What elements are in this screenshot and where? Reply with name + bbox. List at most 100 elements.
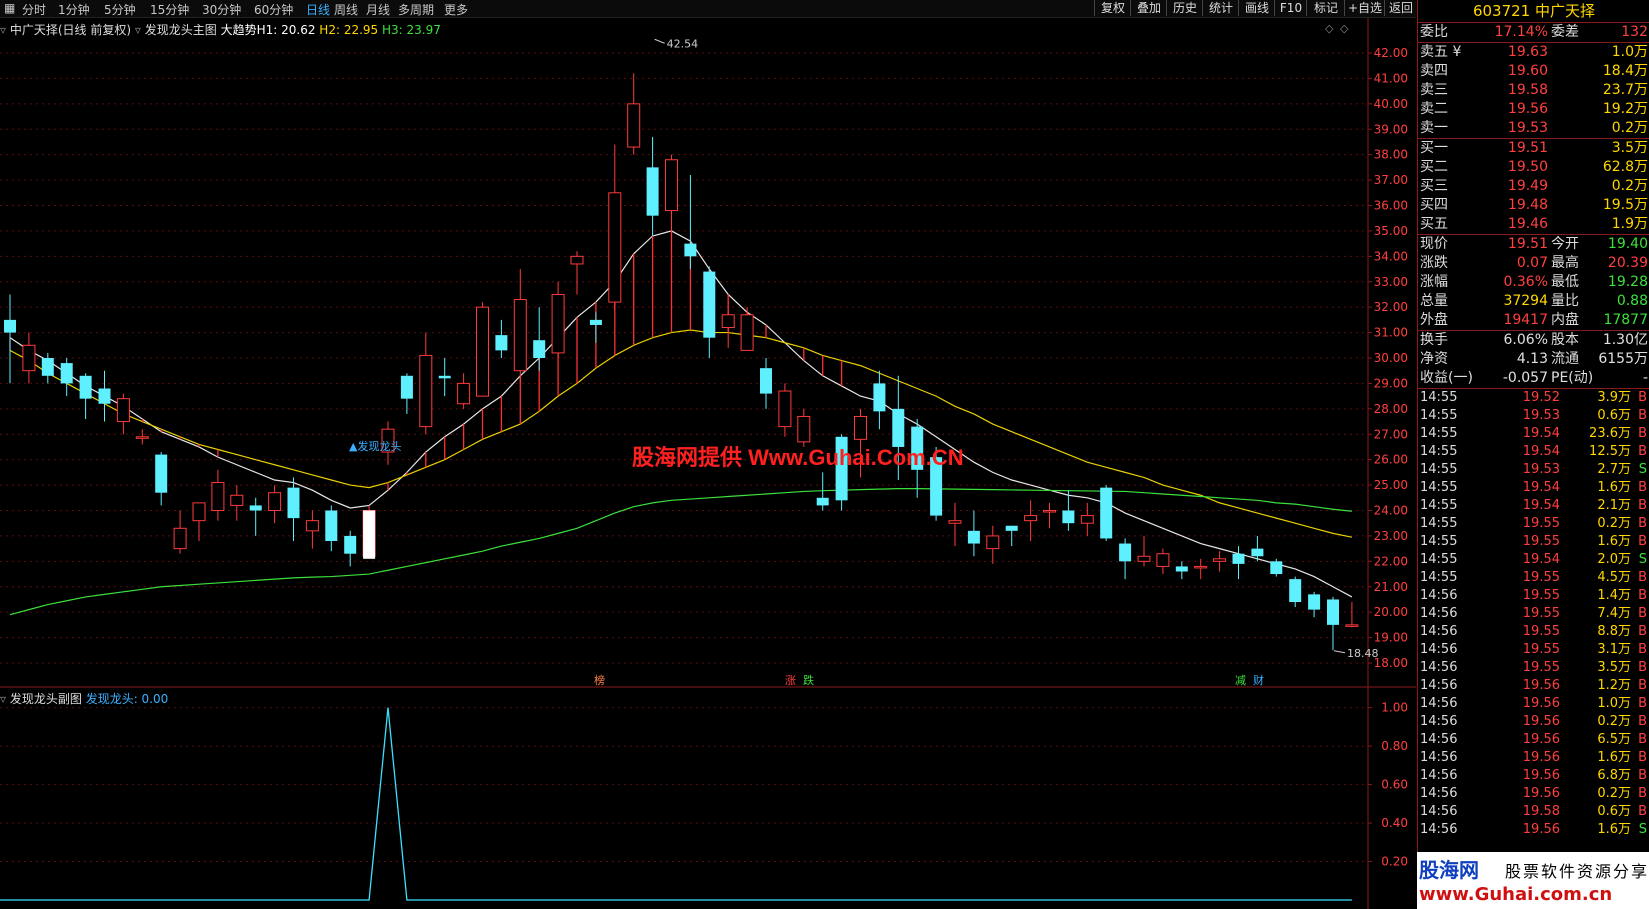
candle-up[interactable] [948,520,962,524]
marker-bang[interactable]: 榜 [594,672,605,688]
tick-row[interactable]: 14:55 19.54 2.0万 S [1418,551,1649,569]
candle-down[interactable] [1005,525,1018,531]
indicator-name[interactable]: 发现龙头主图 [145,23,217,37]
tick-row[interactable]: 14:56 19.56 6.5万 B [1418,731,1649,749]
candle-up[interactable] [135,436,149,439]
candle-down[interactable] [1100,487,1113,539]
period-tab-9[interactable]: 多周期 [398,1,434,18]
tick-row[interactable]: 14:56 19.56 1.6万 B [1418,749,1649,767]
tick-row[interactable]: 14:55 19.54 1.6万 B [1418,479,1649,497]
candle-up[interactable] [665,159,678,212]
diamond-icon[interactable]: ◇ [1325,22,1334,35]
candle-down[interactable] [1308,594,1321,610]
candle-up[interactable] [740,314,754,351]
toolbar-button-2[interactable]: 历史 [1166,0,1203,16]
candle-down[interactable] [873,383,886,412]
toolbar-button-0[interactable]: 复权 [1094,0,1131,16]
tick-row[interactable]: 14:56 19.56 1.0万 B [1418,695,1649,713]
candle-down[interactable] [4,319,16,333]
period-tab-5[interactable]: 60分钟 [254,1,293,18]
candle-up[interactable] [419,354,433,428]
period-tab-10[interactable]: 更多 [444,1,468,18]
tick-row[interactable]: 14:55 19.54 12.5万 B [1418,443,1649,461]
candle-up[interactable] [268,492,282,512]
candle-down[interactable] [533,340,546,359]
tick-row[interactable]: 14:55 19.55 0.2万 B [1418,515,1649,533]
tick-row[interactable]: 14:56 19.56 0.2万 B [1418,785,1649,803]
candle-down[interactable] [1270,561,1283,575]
candle-down[interactable] [589,319,602,325]
tick-row[interactable]: 14:56 19.55 8.8万 B [1418,623,1649,641]
period-tab-7[interactable]: 周线 [334,1,358,18]
candle-up[interactable] [1194,565,1208,569]
tick-row[interactable]: 14:56 19.55 3.1万 B [1418,641,1649,659]
tick-row[interactable]: 14:56 19.55 1.4万 B [1418,587,1649,605]
bid-row[interactable]: 买二 19.50 62.8万 [1418,158,1649,177]
signal-candle[interactable] [363,510,376,559]
toolbar-button-6[interactable]: 标记 [1306,0,1345,16]
toolbar-button-1[interactable]: 叠加 [1130,0,1167,16]
bid-row[interactable]: 买一 19.51 3.5万 [1418,139,1649,158]
candle-up[interactable] [211,482,225,512]
marker-cai[interactable]: 财 [1253,672,1264,688]
tick-row[interactable]: 14:55 19.54 2.1万 B [1418,497,1649,515]
chevron-down-icon[interactable]: ▿ [0,692,6,706]
tick-row[interactable]: 14:55 19.53 2.7万 S [1418,461,1649,479]
tick-row[interactable]: 14:55 19.55 4.5万 B [1418,569,1649,587]
candle-down[interactable] [1175,566,1188,572]
candle-up[interactable] [1213,558,1227,562]
candle-down[interactable] [703,271,716,338]
tick-row[interactable]: 14:56 19.56 0.2万 B [1418,713,1649,731]
tick-row[interactable]: 14:55 19.53 0.6万 B [1418,407,1649,425]
period-tab-1[interactable]: 1分钟 [58,1,90,18]
candle-down[interactable] [684,243,697,257]
candle-up[interactable] [457,382,471,405]
toolbar-button-5[interactable]: F10 [1274,0,1307,16]
toolbar-button-8[interactable]: 返回 [1384,0,1417,16]
ask-row[interactable]: 卖四 19.60 18.4万 [1418,62,1649,81]
candle-up[interactable] [721,314,735,329]
tick-row[interactable]: 14:56 19.56 6.8万 B [1418,767,1649,785]
candle-down[interactable] [249,505,262,511]
candle-up[interactable] [173,527,187,550]
candle-down[interactable] [495,335,508,351]
candle-up[interactable] [1043,510,1056,513]
tick-row[interactable]: 14:56 19.58 0.6万 B [1418,803,1649,821]
ask-row[interactable]: 卖五 ¥ 19.63 1.0万 [1418,43,1649,62]
bid-row[interactable]: 买五 19.46 1.9万 [1418,215,1649,234]
bid-row[interactable]: 买四 19.48 19.5万 [1418,196,1649,215]
candle-up[interactable] [570,255,584,265]
period-tab-4[interactable]: 30分钟 [202,1,241,18]
candle-down[interactable] [1232,553,1245,564]
candle-down[interactable] [1119,543,1132,562]
tick-row[interactable]: 14:55 19.54 23.6万 B [1418,425,1649,443]
marker-die[interactable]: 跌 [803,672,814,688]
tick-row[interactable]: 14:56 19.55 3.5万 B [1418,659,1649,677]
candle-down[interactable] [79,375,92,399]
candle-down[interactable] [1062,510,1075,524]
grid-icon[interactable]: ▦ [4,1,15,15]
marker-jian[interactable]: 减 [1235,672,1246,688]
candle-up[interactable] [305,520,319,532]
candle-down[interactable] [760,368,772,394]
toolbar-button-4[interactable]: 画线 [1238,0,1275,16]
candle-down[interactable] [438,375,451,379]
candle-down[interactable] [816,497,829,506]
ask-row[interactable]: 卖二 19.56 19.2万 [1418,100,1649,119]
period-tab-0[interactable]: 分时 [22,1,46,18]
candle-down[interactable] [1251,548,1264,557]
candle-up[interactable] [627,103,641,148]
candle-down[interactable] [1327,599,1339,625]
candle-up[interactable] [476,306,489,397]
chevron-down-icon[interactable]: ▿ [135,23,141,37]
candle-up[interactable] [778,390,792,428]
candle-down[interactable] [325,510,338,542]
candle-up[interactable] [986,535,1000,550]
bid-row[interactable]: 买三 19.49 0.2万 [1418,177,1649,196]
candle-up[interactable] [608,192,622,303]
gear-icon[interactable]: ◇ [1340,22,1349,35]
candle-up[interactable] [22,344,36,372]
candle-up[interactable] [1137,555,1151,562]
candle-up[interactable] [116,398,130,423]
candle-up[interactable] [1156,553,1170,567]
